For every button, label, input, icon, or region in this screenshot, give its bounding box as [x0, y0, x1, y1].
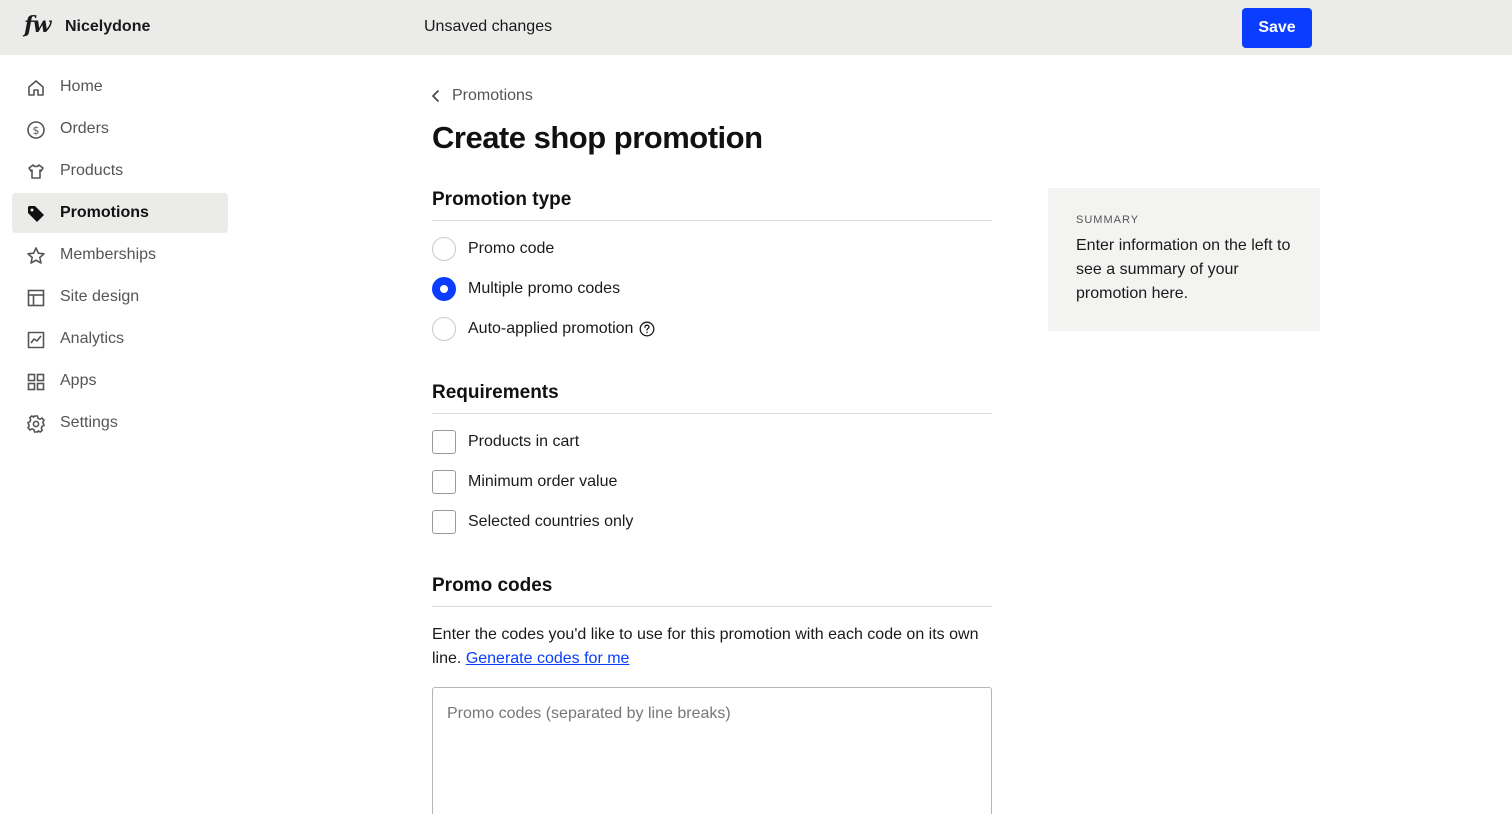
radio-button[interactable] — [432, 317, 456, 341]
promo-codes-heading: Promo codes — [432, 575, 553, 596]
sidebar-item-label: Analytics — [60, 330, 125, 347]
sidebar-item-label: Orders — [60, 120, 109, 137]
divider — [432, 413, 992, 414]
home-icon — [28, 80, 44, 96]
sidebar-item-settings[interactable]: Settings — [12, 403, 228, 443]
radio-multiple-promo-codes[interactable]: Multiple promo codes — [432, 277, 620, 301]
tshirt-icon — [28, 164, 44, 179]
sidebar-item-label: Site design — [60, 288, 140, 305]
sidebar-item-analytics[interactable]: Analytics — [12, 319, 228, 359]
checkbox[interactable] — [432, 470, 456, 494]
radio-promo-code[interactable]: Promo code — [432, 237, 554, 261]
promo-codes-textarea[interactable] — [432, 687, 992, 814]
sidebar-item-apps[interactable]: Apps — [12, 361, 228, 401]
sidebar-item-label: Memberships — [60, 246, 157, 263]
checkbox-label: Minimum order value — [468, 473, 618, 490]
promo-codes-description: Enter the codes you'd like to use for th… — [432, 623, 992, 671]
sidebar-item-label: Promotions — [60, 204, 149, 221]
radio-label: Auto-applied promotion — [468, 320, 634, 337]
sidebar-item-label: Apps — [60, 372, 97, 389]
divider — [432, 220, 992, 221]
sidebar-item-site-design[interactable]: Site design — [12, 277, 228, 317]
unsaved-changes-status: Unsaved changes — [424, 18, 553, 35]
sidebar-item-label: Products — [60, 162, 124, 179]
requirements-heading: Requirements — [432, 382, 559, 403]
promotion-type-heading: Promotion type — [432, 189, 572, 210]
chart-icon — [27, 331, 45, 349]
checkbox-minimum-order-value[interactable]: Minimum order value — [432, 470, 617, 494]
generate-codes-link[interactable]: Generate codes for me — [466, 650, 630, 667]
sidebar-item-memberships[interactable]: Memberships — [12, 235, 228, 275]
gear-icon — [27, 415, 45, 433]
shop-name[interactable]: Nicelydone — [65, 18, 150, 36]
checkbox[interactable] — [432, 510, 456, 534]
question-circle-icon[interactable] — [639, 321, 655, 337]
sidebar-item-label: Settings — [60, 414, 118, 431]
divider — [432, 606, 992, 607]
radio-auto-applied-promotion[interactable]: Auto-applied promotion — [432, 317, 655, 341]
summary-text: Enter information on the left to see a s… — [1076, 237, 1291, 302]
chevron-left-icon — [432, 90, 439, 102]
checkbox[interactable] — [432, 430, 456, 454]
layout-icon — [27, 289, 45, 307]
dollar-circle-icon: $ — [27, 121, 45, 139]
breadcrumb-label: Promotions — [452, 87, 533, 104]
sidebar-item-orders[interactable]: $ Orders — [12, 109, 228, 149]
tag-icon — [28, 206, 44, 222]
save-button[interactable]: Save — [1242, 8, 1312, 48]
checkbox-label: Products in cart — [468, 433, 580, 450]
checkbox-label: Selected countries only — [468, 513, 634, 530]
sidebar-item-products[interactable]: Products — [12, 151, 228, 191]
star-icon — [27, 247, 45, 264]
summary-panel: SUMMARY Enter information on the left to… — [1048, 188, 1320, 331]
radio-label: Promo code — [468, 240, 555, 257]
radio-button[interactable] — [432, 277, 456, 301]
svg-text:$: $ — [33, 124, 40, 137]
grid-icon — [27, 373, 45, 391]
app-logo[interactable]: fw — [24, 12, 51, 38]
breadcrumb[interactable]: Promotions — [430, 86, 533, 106]
checkbox-products-in-cart[interactable]: Products in cart — [432, 430, 579, 454]
sidebar-nav: Home $ Orders Products Promotions Member… — [12, 67, 228, 445]
radio-button[interactable] — [432, 237, 456, 261]
checkbox-selected-countries-only[interactable]: Selected countries only — [432, 510, 633, 534]
sidebar-item-label: Home — [60, 78, 103, 95]
sidebar-item-home[interactable]: Home — [12, 67, 228, 107]
summary-heading: SUMMARY — [1076, 214, 1140, 226]
sidebar-item-promotions[interactable]: Promotions — [12, 193, 228, 233]
top-bar: fw Nicelydone Unsaved changes Save — [0, 0, 1512, 55]
page-title: Create shop promotion — [432, 120, 763, 155]
radio-label: Multiple promo codes — [468, 280, 621, 297]
